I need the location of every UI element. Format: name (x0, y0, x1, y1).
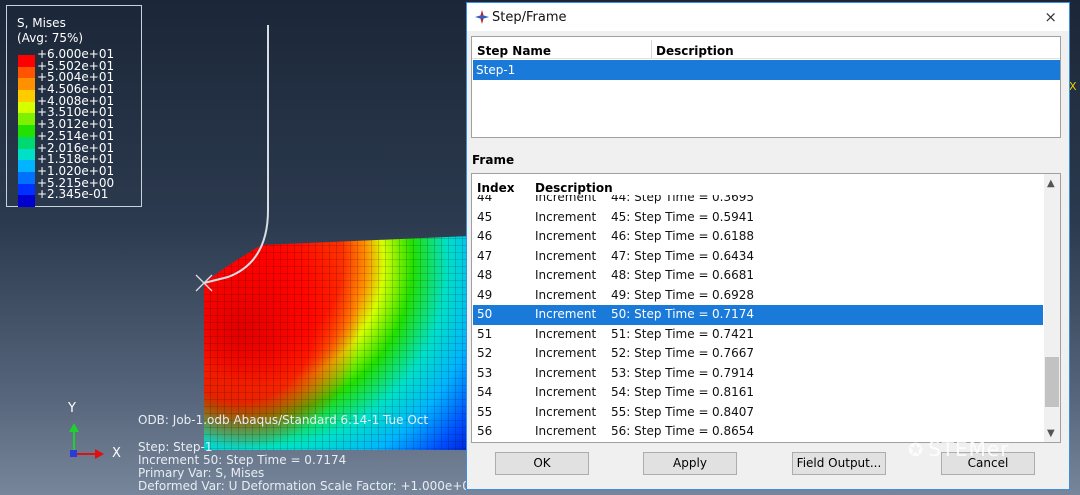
frame-inc: 56: Step Time = (611, 424, 709, 438)
frame-label: Frame (472, 153, 515, 167)
frame-inc: 51: Step Time = (611, 326, 709, 341)
frame-kind: Increment (535, 229, 597, 243)
frame-time: 0.7174 (712, 307, 754, 321)
frame-kind: Increment (535, 268, 597, 282)
frame-row[interactable]: 49 Increment 49: Step Time = 0.6928 (473, 286, 1043, 306)
frame-kind: Increment (535, 307, 597, 321)
frame-kind: Increment (535, 209, 597, 224)
frame-index: 56 (477, 424, 493, 438)
frame-row[interactable]: 47 Increment 47: Step Time = 0.6434 (473, 247, 1043, 267)
frame-time: 0.6188 (712, 229, 754, 243)
frame-row[interactable]: 48 Increment 48: Step Time = 0.6681 (473, 266, 1043, 286)
frame-kind: Increment (535, 248, 597, 263)
frame-index: 51 (477, 326, 493, 341)
frame-scrollbar[interactable]: ▲ ▼ (1044, 174, 1060, 442)
axis-x-label: X (112, 446, 121, 461)
ok-button[interactable]: OK (495, 452, 589, 475)
side-axis-marker: X (1069, 80, 1077, 93)
dialog-title: Step/Frame (492, 9, 567, 25)
frame-index: 47 (477, 248, 493, 263)
step-description-header[interactable]: Description (656, 44, 734, 58)
frame-index: 54 (477, 385, 493, 399)
frame-row[interactable]: 50 Increment 50: Step Time = 0.7174 (473, 305, 1043, 325)
frame-kind: Increment (535, 326, 597, 341)
frame-inc: 53: Step Time = (611, 365, 709, 380)
frame-row[interactable]: 54 Increment 54: Step Time = 0.8161 (473, 383, 1043, 403)
frame-time: 0.5941 (712, 209, 754, 224)
dialog-titlebar[interactable]: Step/Frame × (467, 3, 1069, 31)
header-line (472, 58, 1060, 59)
odb-info: ODB: Job-1.odb Abaqus/Standard 6.14-1 Tu… (138, 413, 429, 427)
frame-index: 55 (477, 404, 493, 419)
watermark: ✪ STEMer (908, 437, 1009, 461)
frame-inc: 46: Step Time = (611, 229, 709, 243)
step-row-step-1[interactable]: Step-1 (473, 60, 1060, 80)
frame-description-header[interactable]: Description (535, 181, 613, 195)
frame-time: 0.7667 (712, 346, 754, 360)
frame-inc: 55: Step Time = (611, 404, 709, 419)
frame-row[interactable]: 53 Increment 53: Step Time = 0.7914 (473, 364, 1043, 384)
frame-index-header[interactable]: Index (477, 181, 514, 195)
frame-time: 0.6928 (712, 287, 754, 302)
frame-index: 52 (477, 346, 493, 360)
punch-profile (203, 25, 269, 284)
frame-index: 49 (477, 287, 493, 302)
frame-row[interactable]: 51 Increment 51: Step Time = 0.7421 (473, 325, 1043, 345)
frame-inc: 50: Step Time = (611, 307, 709, 321)
step-name-header[interactable]: Step Name (477, 44, 551, 58)
frame-time: 0.8161 (712, 385, 754, 399)
apply-button[interactable]: Apply (643, 452, 737, 475)
frame-row[interactable]: 46 Increment 46: Step Time = 0.6188 (473, 227, 1043, 247)
frame-index: 46 (477, 229, 493, 243)
scroll-thumb[interactable] (1045, 357, 1059, 407)
abaqus-icon (475, 10, 489, 24)
frame-row[interactable]: 55 Increment 55: Step Time = 0.8407 (473, 403, 1043, 423)
frame-kind: Increment (535, 424, 597, 438)
frame-index: 48 (477, 268, 493, 282)
frame-inc: 45: Step Time = (611, 209, 709, 224)
frame-index: 53 (477, 365, 493, 380)
frame-inc: 48: Step Time = (611, 268, 709, 282)
frame-time: 0.7421 (712, 326, 754, 341)
axis-triad (69, 423, 104, 459)
step-name: Step-1 (476, 63, 516, 77)
header-divider (651, 40, 652, 58)
frame-time: 0.6434 (712, 248, 754, 263)
close-icon[interactable]: × (1044, 8, 1057, 26)
frame-index: 45 (477, 209, 493, 224)
frame-time: 0.8654 (712, 424, 754, 438)
step-frame-dialog[interactable]: Step/Frame × Step Name Description Step-… (466, 2, 1070, 490)
frame-kind: Increment (535, 365, 597, 380)
frame-kind: Increment (535, 385, 597, 399)
watermark-text: STEMer (928, 437, 1010, 461)
scroll-up-icon[interactable]: ▲ (1047, 178, 1055, 189)
scroll-down-icon[interactable]: ▼ (1047, 428, 1055, 439)
frame-row[interactable]: 52 Increment 52: Step Time = 0.7667 (473, 344, 1043, 364)
frame-rows[interactable]: 44 Increment 44: Step Time = 0.3695 45 Increm… (473, 188, 1045, 442)
frame-kind: Increment (535, 287, 597, 302)
frame-list[interactable]: 44 Increment 44: Step Time = 0.3695 45 Increm… (471, 173, 1061, 443)
axis-y-label: Y (68, 401, 76, 416)
frame-time: 0.8407 (712, 404, 754, 419)
field-output-button[interactable]: Field Output... (792, 452, 886, 475)
frame-time: 0.7914 (712, 365, 754, 380)
frame-index: 50 (477, 307, 493, 321)
frame-row[interactable]: 45 Increment 45: Step Time = 0.5941 (473, 208, 1043, 228)
frame-kind: Increment (535, 346, 597, 360)
frame-inc: 47: Step Time = (611, 248, 709, 263)
frame-inc: 49: Step Time = (611, 287, 709, 302)
frame-time: 0.6681 (712, 268, 754, 282)
deformed-var-info: Deformed Var: U Deformation Scale Factor… (138, 479, 478, 493)
frame-inc: 52: Step Time = (611, 346, 709, 360)
frame-kind: Increment (535, 404, 597, 419)
wechat-icon: ✪ (908, 440, 925, 461)
frame-inc: 54: Step Time = (611, 385, 709, 399)
step-list[interactable]: Step Name Description Step-1 (471, 36, 1061, 138)
